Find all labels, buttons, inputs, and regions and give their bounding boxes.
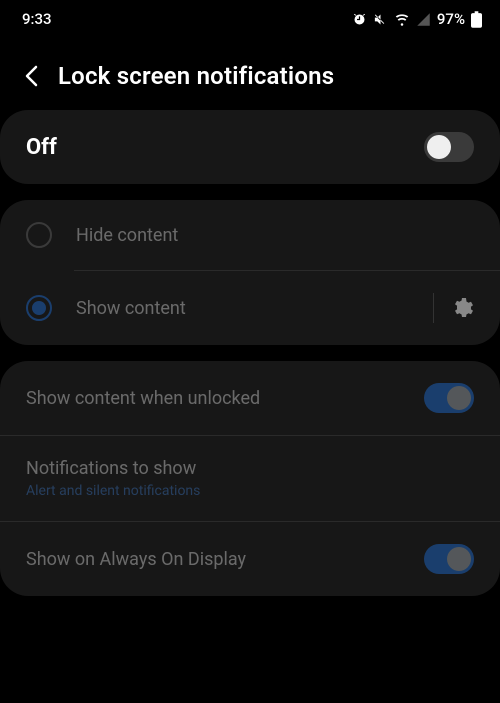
radio-hide[interactable] [26,222,52,248]
back-button[interactable] [18,63,44,89]
page-header: Lock screen notifications [0,34,500,110]
show-content-row[interactable]: Show content [0,271,500,345]
always-on-display-row[interactable]: Show on Always On Display [0,521,500,596]
wifi-icon [394,12,410,27]
show-when-unlocked-label: Show content when unlocked [26,388,424,409]
hide-content-label: Hide content [76,225,474,246]
show-content-label: Show content [76,298,433,319]
battery-icon [471,11,482,28]
signal-icon [416,12,431,27]
hide-content-row[interactable]: Hide content [0,200,500,270]
show-when-unlocked-row[interactable]: Show content when unlocked [0,361,500,435]
master-state-label: Off [26,135,57,160]
content-options-card: Hide content Show content [0,200,500,345]
radio-show[interactable] [26,295,52,321]
master-toggle-row[interactable]: Off [0,110,500,184]
status-bar: 9:33 97% [0,0,500,34]
page-title: Lock screen notifications [58,62,334,90]
settings-card: Show content when unlocked Notifications… [0,361,500,596]
always-on-display-label: Show on Always On Display [26,549,424,570]
status-icons: 97% [352,10,482,28]
always-on-display-toggle[interactable] [424,544,474,574]
gear-icon [450,296,474,320]
chevron-left-icon [24,65,38,87]
battery-percent: 97% [437,10,465,28]
show-content-settings-button[interactable] [433,293,474,323]
notifications-to-show-row[interactable]: Notifications to show Alert and silent n… [0,435,500,521]
alarm-icon [352,12,367,27]
master-toggle-card: Off [0,110,500,184]
mute-icon [373,12,388,27]
show-when-unlocked-toggle[interactable] [424,383,474,413]
status-time: 9:33 [22,10,52,28]
notifications-to-show-value: Alert and silent notifications [26,483,474,499]
master-toggle[interactable] [424,132,474,162]
notifications-to-show-label: Notifications to show [26,458,474,479]
